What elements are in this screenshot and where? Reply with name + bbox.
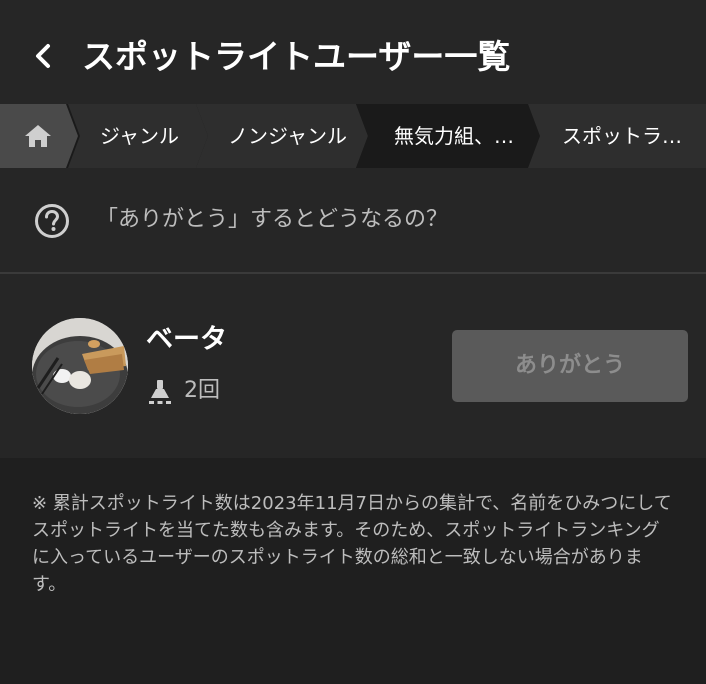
breadcrumb-item-work[interactable]: 無気力組、…: [356, 104, 540, 168]
footnote: ※ 累計スポットライト数は2023年11月7日からの集計で、名前をひみつにしてス…: [32, 493, 672, 595]
help-text: 「ありがとう」するとどうなるの？: [96, 207, 449, 232]
breadcrumb-item-spotlight[interactable]: スポットラ…: [528, 104, 706, 168]
home-icon: [25, 125, 51, 147]
breadcrumb: ジャンル ノンジャンル 無気力組、… スポットラ…: [0, 104, 706, 168]
breadcrumb-item-nongenre[interactable]: ノンジャンル: [196, 104, 368, 168]
help-link[interactable]: 「ありがとう」するとどうなるの？: [0, 168, 706, 272]
breadcrumb-label: 無気力組、…: [394, 124, 514, 148]
user-list-item: ベータ 2回 ありがとう: [0, 274, 706, 458]
page-title: スポットライトユーザー一覧: [82, 37, 511, 76]
avatar[interactable]: [32, 318, 128, 414]
thanks-button[interactable]: ありがとう: [452, 330, 688, 402]
back-button[interactable]: [24, 34, 64, 78]
spotlight-icon: [149, 380, 171, 404]
question-circle-icon: [35, 204, 69, 238]
breadcrumb-label: スポットラ…: [562, 124, 682, 148]
user-name[interactable]: ベータ: [146, 322, 227, 358]
app-header: スポットライトユーザー一覧: [0, 0, 706, 104]
chevron-left-icon: [36, 44, 50, 68]
avatar-image: [32, 318, 128, 414]
breadcrumb-item-genre[interactable]: ジャンル: [68, 104, 208, 168]
breadcrumb-label: ノンジャンル: [228, 124, 347, 148]
breadcrumb-label: ジャンル: [100, 124, 179, 148]
spotlight-count: 2回: [184, 378, 220, 403]
